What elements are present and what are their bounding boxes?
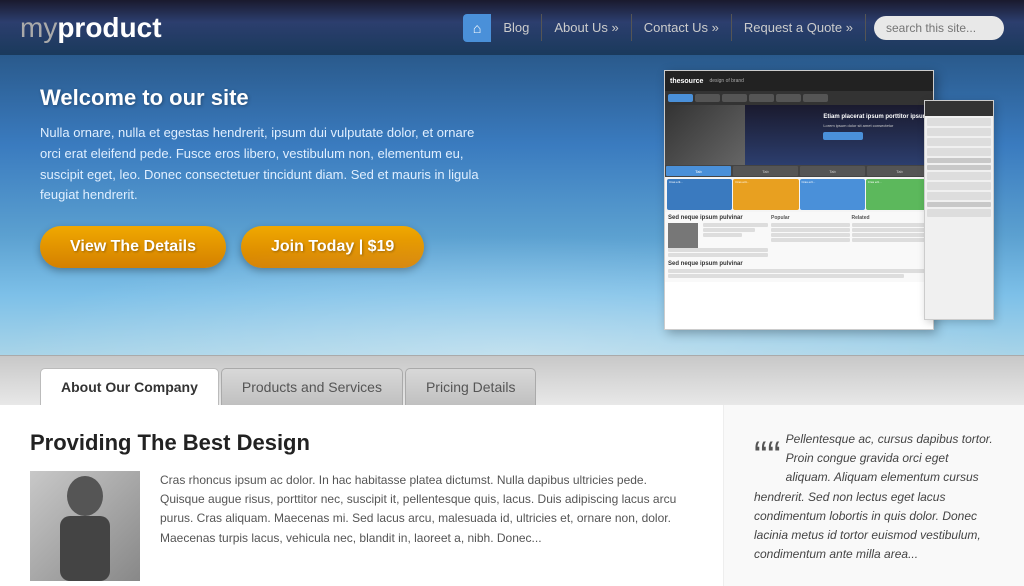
ss-tab: Tab [733,166,798,176]
ss-tab: Tab [867,166,932,176]
ss-line [771,233,850,237]
ss-section-title2: Sed neque ipsum pulvinar [668,261,930,267]
ss-card-text: Cras erit... [735,181,796,185]
ss-line [668,269,930,273]
logo-product: product [57,12,161,43]
ss-line [852,228,931,232]
ss-side-line [927,138,991,146]
ss-line [771,223,850,227]
ss-card-text: Cras erit... [868,181,929,185]
ss-line [771,238,850,242]
ss-image [668,223,698,248]
tabs-section: About Our Company Products and Services … [0,355,1024,405]
ss-line [852,233,931,237]
header: myproduct ⌂ Blog About Us » Contact Us »… [0,0,1024,55]
ss-line [668,274,904,278]
ss-card: Cras erit... [866,179,931,210]
logo-my: my [20,12,57,43]
ss-hero-desc: Lorem ipsum dolor sit amet consectetur [823,123,928,129]
nav-about[interactable]: About Us » [542,14,631,41]
ss-side-line [927,158,991,163]
ss-side-line [927,182,991,190]
ss-nav-item [668,94,693,102]
ss-body: Sed neque ipsum pulvinar [665,212,933,282]
content-right: ““ Pellentesque ac, cursus dapibus torto… [724,405,1024,586]
ss-line [703,233,742,237]
ss-side-line [927,172,991,180]
ss-side-line [927,209,991,217]
ss-line [771,228,850,232]
ss-card: Cras erit... [733,179,798,210]
ss-hero-title: Etiam placerat ipsum porttitor ipsum [823,113,928,121]
ss-line [703,223,768,227]
ss-line [668,253,768,257]
ss-logo: thesource [670,78,703,85]
ss-side-line [927,128,991,136]
screenshot-main: thesource design of brand Etiam placerat… [664,70,934,330]
ss-side-header [925,101,993,116]
content-text: Cras rhoncus ipsum ac dolor. In hac habi… [160,471,693,581]
quote-text: Pellentesque ac, cursus dapibus tortor. … [754,430,994,564]
tab-products[interactable]: Products and Services [221,368,403,405]
content-section: Providing The Best Design Cras rhoncus i… [0,405,1024,586]
nav-blog[interactable]: Blog [491,14,542,41]
ss-card: Cras erit... [800,179,865,210]
ss-line [668,248,768,252]
ss-tab: Tab [666,166,731,176]
ss-col-title: Popular [771,215,850,221]
hero-description: Nulla ornare, nulla et egestas hendrerit… [40,123,490,206]
join-today-button[interactable]: Join Today | $19 [241,226,424,268]
quote-mark: ““ [754,440,781,472]
person-silhouette [45,471,125,581]
content-paragraph: Cras rhoncus ipsum ac dolor. In hac habi… [160,471,693,548]
ss-card-text: Cras erit... [669,181,730,185]
content-heading: Providing The Best Design [30,430,693,456]
ss-section-title: Sed neque ipsum pulvinar [668,215,768,221]
ss-side-line [927,165,991,170]
ss-side-line [927,202,991,207]
hero-section: Welcome to our site Nulla ornare, nulla … [0,55,1024,355]
ss-line [852,223,931,227]
tab-about[interactable]: About Our Company [40,368,219,405]
ss-line [852,238,931,242]
content-left: Providing The Best Design Cras rhoncus i… [0,405,724,586]
ss-card: Cras erit... [667,179,732,210]
tab-pricing[interactable]: Pricing Details [405,368,536,405]
ss-hero-image [665,105,745,165]
ss-nav-item [749,94,774,102]
ss-col: Popular [771,215,850,258]
nav-contact[interactable]: Contact Us » [632,14,732,41]
search-input[interactable] [874,16,1004,40]
ss-side-line [927,148,991,156]
ss-cta-btn [823,132,863,140]
preview-screenshots: thesource design of brand Etiam placerat… [674,70,994,350]
ss-col: Related [852,215,931,258]
nav: ⌂ Blog About Us » Contact Us » Request a… [463,14,1004,42]
ss-nav-item [722,94,747,102]
ss-tagline: design of brand [709,78,743,84]
ss-line [703,228,755,232]
content-body: Cras rhoncus ipsum ac dolor. In hac habi… [30,471,693,581]
home-nav-button[interactable]: ⌂ [463,14,491,42]
nav-quote[interactable]: Request a Quote » [732,14,866,41]
ss-nav-item [776,94,801,102]
ss-hero-text: Etiam placerat ipsum porttitor ipsum Lor… [823,113,928,140]
ss-nav-item [803,94,828,102]
ss-side-line [927,118,991,126]
ss-col-title: Related [852,215,931,221]
logo: myproduct [20,12,162,44]
ss-side-line [927,192,991,200]
view-details-button[interactable]: View The Details [40,226,226,268]
ss-body-left: Sed neque ipsum pulvinar [668,215,768,258]
ss-nav-item [695,94,720,102]
ss-card-text: Cras erit... [802,181,863,185]
content-image [30,471,140,581]
ss-tab: Tab [800,166,865,176]
screenshot-side [924,100,994,320]
